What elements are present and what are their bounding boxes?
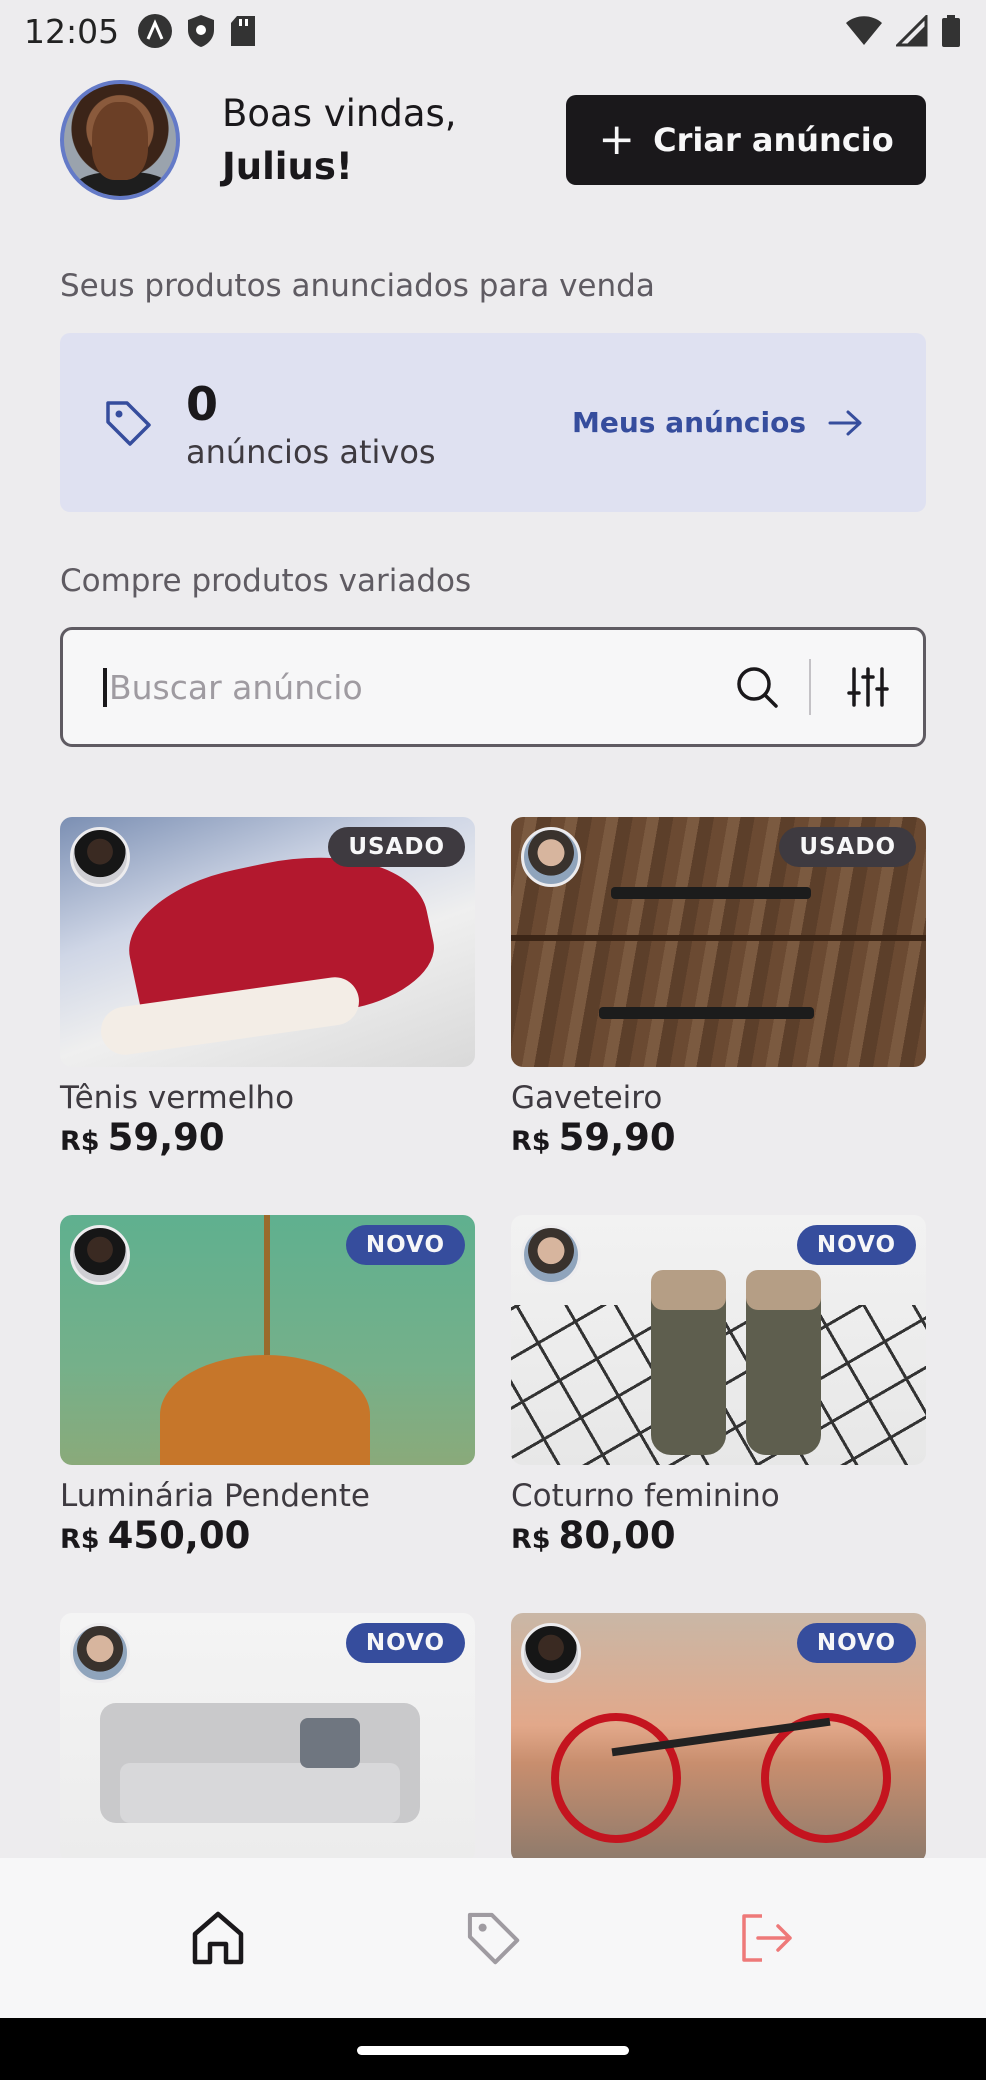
- tag-icon: [467, 1912, 520, 1965]
- product-card[interactable]: USADO Tênis vermelho R$ 59,90: [60, 817, 475, 1163]
- search-input[interactable]: [103, 667, 703, 707]
- price-value: 450,00: [107, 1514, 251, 1557]
- product-card[interactable]: NOVO Luminária Pendente R$ 450,00: [60, 1215, 475, 1561]
- condition-badge: USADO: [779, 827, 916, 867]
- condition-badge: NOVO: [796, 1225, 916, 1265]
- sign-out-icon: [742, 1914, 793, 1962]
- seller-avatar: [70, 1225, 130, 1285]
- wifi-icon: [846, 16, 882, 45]
- shield-notification-icon: [188, 15, 215, 47]
- search-divider: [809, 659, 811, 715]
- tag-icon: [106, 400, 151, 446]
- cell-signal-icon: [896, 15, 928, 47]
- buy-section-title: Compre produtos variados: [60, 563, 472, 599]
- product-card[interactable]: NOVO: [60, 1613, 475, 1863]
- product-card[interactable]: USADO Gaveteiro R$ 59,90: [511, 817, 926, 1163]
- home-indicator[interactable]: [357, 2046, 629, 2055]
- my-ads-link-label: Meus anúncios: [572, 406, 806, 439]
- my-ads-card: 0 anúncios ativos Meus anúncios: [60, 333, 926, 512]
- app-notification-icon: [138, 14, 173, 48]
- search-icon[interactable]: [735, 665, 779, 709]
- arrow-right-icon: [828, 410, 862, 435]
- product-card[interactable]: NOVO: [511, 1613, 926, 1863]
- nav-home[interactable]: [173, 1893, 263, 1983]
- create-ad-label: Criar anúncio: [653, 121, 894, 159]
- plus-icon: +: [598, 114, 636, 165]
- search-bar: [60, 627, 926, 747]
- seller-avatar: [521, 827, 581, 887]
- product-card[interactable]: NOVO Coturno feminino R$ 80,00: [511, 1215, 926, 1561]
- product-image: NOVO: [60, 1613, 475, 1863]
- user-avatar[interactable]: [60, 80, 180, 200]
- product-image: NOVO: [511, 1215, 926, 1465]
- product-title: Coturno feminino: [511, 1478, 780, 1514]
- condition-badge: NOVO: [796, 1623, 916, 1663]
- condition-badge: NOVO: [345, 1225, 465, 1265]
- battery-icon: [942, 15, 960, 47]
- create-ad-button[interactable]: + Criar anúncio: [566, 95, 926, 185]
- nav-logout[interactable]: [723, 1893, 813, 1983]
- product-image: USADO: [511, 817, 926, 1067]
- product-price: R$ 450,00: [60, 1515, 475, 1561]
- price-value: 59,90: [558, 1116, 676, 1159]
- product-price: R$ 59,90: [60, 1117, 475, 1163]
- status-bar: 12:05: [0, 0, 986, 62]
- my-ads-section-title: Seus produtos anunciados para venda: [60, 268, 655, 304]
- price-value: 80,00: [558, 1514, 676, 1557]
- welcome-text: Boas vindas, Julius!: [222, 87, 457, 193]
- product-price: R$ 59,90: [511, 1117, 926, 1163]
- status-time: 12:05: [24, 11, 120, 51]
- home-icon: [192, 1911, 243, 1965]
- condition-badge: USADO: [328, 827, 465, 867]
- product-title: Luminária Pendente: [60, 1478, 370, 1514]
- price-currency: R$: [511, 1524, 551, 1555]
- sd-card-icon: [231, 16, 256, 46]
- product-grid: USADO Tênis vermelho R$ 59,90 USADO Gavet…: [60, 817, 926, 1863]
- seller-avatar: [521, 1623, 581, 1683]
- product-image: USADO: [60, 817, 475, 1067]
- active-ads-count: 0: [186, 376, 219, 431]
- home-header: Boas vindas, Julius! + Criar anúncio: [60, 78, 926, 202]
- bottom-navigation: [0, 1858, 986, 2018]
- my-ads-link[interactable]: Meus anúncios: [572, 406, 864, 439]
- price-currency: R$: [60, 1524, 100, 1555]
- product-title: Tênis vermelho: [60, 1080, 295, 1116]
- condition-badge: NOVO: [345, 1623, 465, 1663]
- filter-icon[interactable]: [847, 665, 889, 709]
- seller-avatar: [521, 1225, 581, 1285]
- price-currency: R$: [511, 1126, 551, 1157]
- nav-my-ads[interactable]: [448, 1893, 538, 1983]
- price-currency: R$: [60, 1126, 100, 1157]
- seller-avatar: [70, 1623, 130, 1683]
- product-price: R$ 80,00: [511, 1515, 926, 1561]
- product-image: NOVO: [60, 1215, 475, 1465]
- seller-avatar: [70, 827, 130, 887]
- product-title: Gaveteiro: [511, 1080, 663, 1116]
- price-value: 59,90: [107, 1116, 225, 1159]
- user-name: Julius!: [222, 145, 353, 188]
- greeting-label: Boas vindas,: [222, 92, 457, 135]
- product-image: NOVO: [511, 1613, 926, 1863]
- active-ads-label: anúncios ativos: [186, 432, 436, 471]
